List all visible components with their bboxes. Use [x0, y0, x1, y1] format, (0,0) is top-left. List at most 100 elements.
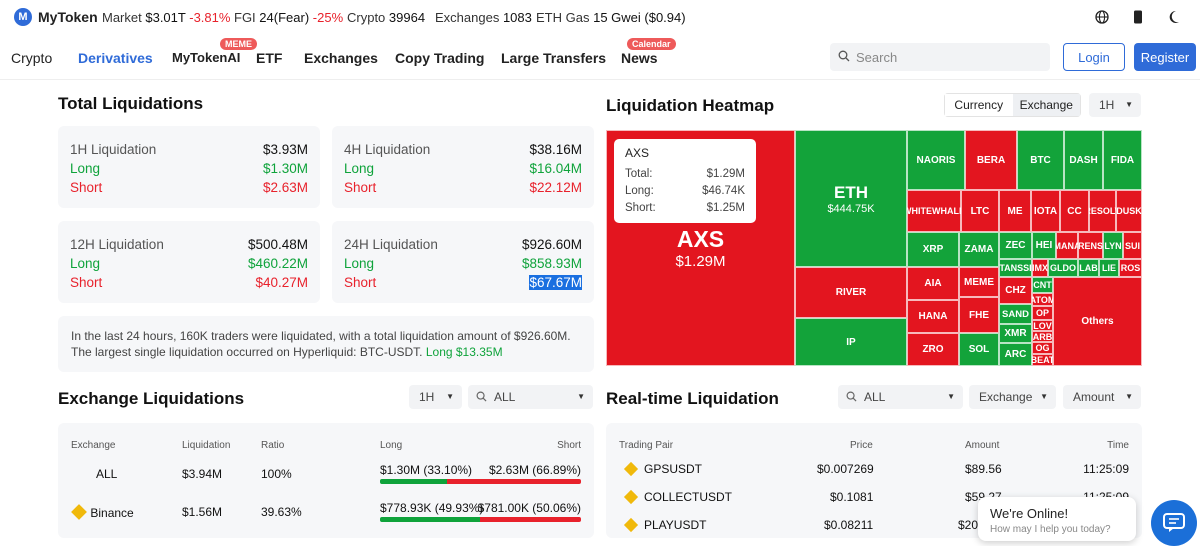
- chat-popup[interactable]: We're Online! How may I help you today?: [978, 497, 1136, 541]
- heatmap-cell[interactable]: DUSK: [1116, 190, 1142, 232]
- row-pair[interactable]: GPSUSDT: [644, 462, 702, 476]
- heatmap-cell[interactable]: ZAMA: [959, 232, 999, 267]
- heatmap-cell[interactable]: ZRO: [907, 333, 959, 366]
- heatmap-period-select[interactable]: 1H ▼: [1089, 93, 1141, 117]
- heatmap-cell[interactable]: OG: [1032, 342, 1053, 354]
- heatmap-cell[interactable]: ATOM: [1032, 293, 1053, 306]
- heatmap-cell[interactable]: CC: [1060, 190, 1089, 232]
- heatmap-cell[interactable]: IMX: [1032, 259, 1048, 277]
- heatmap-cell[interactable]: ROS: [1119, 259, 1142, 277]
- heatmap-cell[interactable]: ZEC: [999, 232, 1032, 259]
- tooltip-short-label: Short:: [625, 202, 656, 214]
- tab-currency[interactable]: Currency: [945, 94, 1013, 116]
- market-stat: Market $3.01T -3.81%: [102, 10, 230, 25]
- col-trading-pair: Trading Pair: [619, 440, 674, 451]
- card-long-row: Long $858.93M: [344, 256, 582, 271]
- heatmap-cell[interactable]: HANA: [907, 300, 959, 333]
- heatmap-cell[interactable]: ARB: [1032, 331, 1053, 342]
- heatmap-cell[interactable]: LOV: [1032, 320, 1053, 331]
- heatmap-cell[interactable]: HEI: [1032, 232, 1056, 259]
- heatmap-cell[interactable]: RENS: [1078, 232, 1103, 259]
- moon-icon[interactable]: [1166, 9, 1182, 25]
- heatmap-cell[interactable]: DASH: [1064, 130, 1103, 190]
- heatmap-cell[interactable]: IOTA: [1031, 190, 1060, 232]
- nav-crypto[interactable]: Crypto: [11, 50, 52, 66]
- heatmap-cell[interactable]: LIE: [1099, 259, 1119, 277]
- globe-icon[interactable]: [1094, 9, 1110, 25]
- heatmap-cell[interactable]: CHZ: [999, 277, 1032, 304]
- heatmap-cell[interactable]: ARC: [999, 343, 1032, 366]
- heatmap-cell[interactable]: AIA: [907, 267, 959, 300]
- nav-mytokenai[interactable]: MyTokenAI MEME: [172, 38, 257, 65]
- realtime-amount-select[interactable]: Amount ▼: [1063, 385, 1141, 409]
- card-short-row: Short $67.67M: [344, 275, 582, 290]
- heatmap-cell[interactable]: MANA: [1056, 232, 1078, 259]
- heatmap-cell[interactable]: IP: [795, 318, 907, 366]
- phone-icon[interactable]: [1130, 9, 1146, 25]
- search-icon: [846, 391, 857, 405]
- heatmap-cell[interactable]: CNT: [1032, 277, 1053, 293]
- tab-exchange[interactable]: Exchange: [1012, 94, 1080, 116]
- row-ratio: 39.63%: [261, 505, 302, 519]
- realtime-filter-value: ALL: [864, 390, 886, 404]
- short-bar: [446, 479, 581, 484]
- heatmap-cell[interactable]: WHITEWHALE: [907, 190, 961, 232]
- nav-large-transfers[interactable]: Large Transfers: [501, 50, 606, 66]
- nav-etf[interactable]: ETF: [256, 50, 282, 66]
- nav-copy-trading[interactable]: Copy Trading: [395, 50, 484, 66]
- row-pair[interactable]: PLAYUSDT: [644, 518, 706, 532]
- heatmap-cell[interactable]: BEAT: [1032, 354, 1053, 366]
- tooltip-total: $1.29M: [706, 168, 745, 180]
- heatmap-cell[interactable]: FHE: [959, 297, 999, 333]
- short-value: $40.27M: [255, 275, 308, 290]
- nav-news[interactable]: News Calendar: [621, 38, 676, 66]
- heatmap-cell[interactable]: LTC: [961, 190, 999, 232]
- heatmap-cell[interactable]: LYN: [1103, 232, 1123, 259]
- exchanges-label: Exchanges: [435, 10, 500, 25]
- brand-logo[interactable]: M MyToken: [14, 8, 98, 26]
- row-pair[interactable]: COLLECTUSDT: [644, 490, 732, 504]
- heatmap-cell[interactable]: BERA: [965, 130, 1017, 190]
- heatmap-cell[interactable]: FIDA: [1103, 130, 1142, 190]
- card-total-row: 12H Liquidation $500.48M: [70, 237, 308, 252]
- heatmap-cell[interactable]: Others: [1053, 277, 1142, 366]
- search-icon: [476, 391, 487, 405]
- row-price: $0.007269: [817, 462, 874, 476]
- heatmap-cell[interactable]: NAORIS: [907, 130, 965, 190]
- heatmap-cell[interactable]: RIVER: [795, 267, 907, 318]
- summary-largest-long[interactable]: Long $13.35M: [426, 345, 503, 359]
- tooltip-total-label: Total:: [625, 168, 653, 180]
- realtime-filter-select[interactable]: ALL ▼: [838, 385, 963, 409]
- exchange-filter-select[interactable]: ALL ▼: [468, 385, 593, 409]
- heatmap-cell[interactable]: ME: [999, 190, 1031, 232]
- summary-line-2: The largest single liquidation occurred …: [71, 344, 581, 360]
- liq-card-4h: 4H Liquidation $38.16M Long $16.04M Short $…: [332, 126, 594, 208]
- heatmap-cell[interactable]: SOL: [959, 333, 999, 366]
- cell-value: $1.29M: [675, 253, 726, 270]
- heatmap-cell[interactable]: BTC: [1017, 130, 1064, 190]
- heatmap-cell[interactable]: ETH $444.75K: [795, 130, 907, 267]
- search-input[interactable]: Search: [830, 43, 1050, 71]
- heatmap-cell[interactable]: GLDO: [1048, 259, 1078, 277]
- heatmap-cell[interactable]: LAB: [1078, 259, 1099, 277]
- tooltip-total-row: Total: $1.29M: [625, 166, 745, 183]
- heatmap-cell[interactable]: OP: [1032, 306, 1053, 320]
- nav-exchanges[interactable]: Exchanges: [304, 50, 378, 66]
- card-total-row: 1H Liquidation $3.93M: [70, 142, 308, 157]
- heatmap-cell[interactable]: XRP: [907, 232, 959, 267]
- realtime-exchange-select[interactable]: Exchange ▼: [969, 385, 1056, 409]
- heatmap-cell[interactable]: XMR: [999, 324, 1032, 343]
- chat-icon[interactable]: [1151, 500, 1197, 546]
- nav-derivatives[interactable]: Derivatives: [78, 50, 153, 66]
- search-placeholder: Search: [856, 49, 898, 65]
- summary-line-1: In the last 24 hours, 160K traders were …: [71, 329, 571, 343]
- heatmap-cell[interactable]: MEME: [959, 267, 999, 297]
- heatmap-cell[interactable]: SAND: [999, 304, 1032, 324]
- heatmap-cell[interactable]: TANSSI: [999, 259, 1032, 277]
- heatmap-cell[interactable]: RESOLV: [1089, 190, 1116, 232]
- login-button[interactable]: Login: [1063, 43, 1125, 71]
- register-button[interactable]: Register: [1134, 43, 1196, 71]
- long-bar: [380, 479, 447, 484]
- heatmap-cell[interactable]: SUI: [1123, 232, 1142, 259]
- exchange-period-select[interactable]: 1H ▼: [409, 385, 462, 409]
